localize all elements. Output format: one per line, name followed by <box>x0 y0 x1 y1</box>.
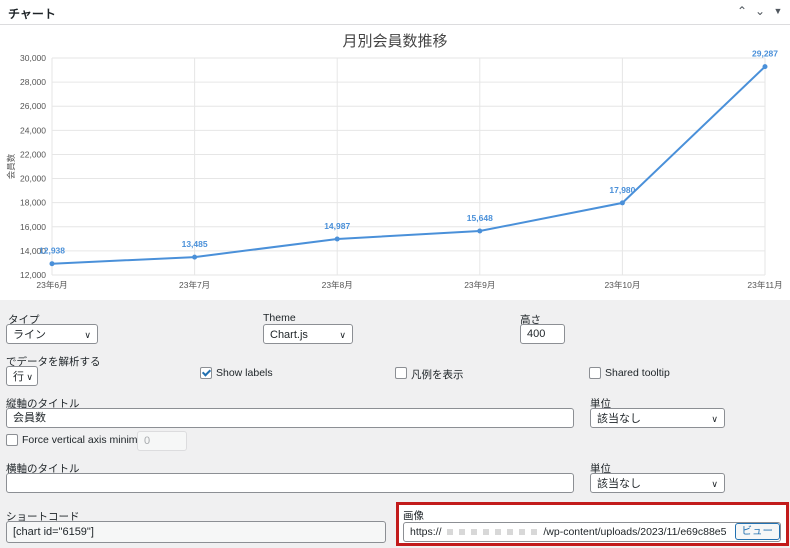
hunit-select[interactable]: 該当なし ∨ <box>590 473 725 493</box>
legend-checkbox[interactable] <box>395 367 407 379</box>
vaxis-title-input[interactable]: 会員数 <box>6 408 574 428</box>
image-label: 画像 <box>403 510 424 522</box>
data-point <box>334 236 340 242</box>
chevron-down-icon: ∨ <box>339 330 346 340</box>
data-point <box>619 200 625 206</box>
show-labels-checkbox[interactable] <box>200 367 212 379</box>
image-url-input[interactable]: https:// /wp-content/uploads/2023/11/e69… <box>403 522 781 542</box>
chevron-down-icon: ∨ <box>711 479 718 489</box>
data-label: 15,648 <box>467 213 493 223</box>
data-label: 13,485 <box>182 239 208 249</box>
y-tick-label: 18,000 <box>20 198 46 208</box>
image-url-highlight: 画像 https:// /wp-content/uploads/2023/11/… <box>396 502 789 546</box>
chart-title: 月別会員数推移 <box>342 33 447 50</box>
type-select-value: ライン <box>13 329 46 341</box>
force-min-label: Force vertical axis minimum: <box>22 434 156 446</box>
parse-select[interactable]: 行 ∨ <box>6 366 38 386</box>
data-label: 12,938 <box>39 246 65 256</box>
y-tick-label: 30,000 <box>20 53 46 63</box>
y-tick-label: 22,000 <box>20 149 46 159</box>
y-axis-title: 会員数 <box>6 153 16 179</box>
y-tick-label: 24,000 <box>20 125 46 135</box>
y-tick-label: 12,000 <box>20 270 46 280</box>
data-label: 14,987 <box>324 221 350 231</box>
y-tick-label: 26,000 <box>20 101 46 111</box>
y-tick-label: 16,000 <box>20 222 46 232</box>
caret-down-icon[interactable]: ▼ <box>770 3 786 19</box>
theme-select[interactable]: Chart.js ∨ <box>263 324 353 344</box>
force-min-input[interactable]: 0 <box>137 431 187 451</box>
data-label: 29,287 <box>752 49 778 59</box>
chevron-up-icon[interactable]: ⌃ <box>734 3 750 19</box>
vunit-select-value: 該当なし <box>597 413 641 425</box>
data-point <box>192 254 198 260</box>
panel-title: チャート <box>8 7 56 21</box>
hunit-select-value: 該当なし <box>597 478 641 490</box>
line-chart: 月別会員数推移 30,000 28,000 26,000 24,000 22,000 20,… <box>6 33 783 290</box>
chevron-down-icon: ∨ <box>711 414 718 424</box>
image-url-suffix: /wp-content/uploads/2023/11/e69c88e5 <box>543 526 727 538</box>
theme-select-value: Chart.js <box>270 329 308 341</box>
vunit-select[interactable]: 該当なし ∨ <box>590 408 725 428</box>
force-min-checkbox[interactable] <box>6 434 18 446</box>
view-button[interactable]: ビュー <box>734 523 780 540</box>
chevron-down-icon: ∨ <box>26 372 33 382</box>
x-tick-label: 23年9月 <box>464 280 495 290</box>
y-tick-label: 20,000 <box>20 174 46 184</box>
shortcode-field[interactable]: [chart id="6159"] <box>6 521 386 543</box>
type-select[interactable]: ライン ∨ <box>6 324 98 344</box>
chart-area: 月別会員数推移 30,000 28,000 26,000 24,000 22,000 20,… <box>0 25 790 300</box>
x-tick-label: 23年6月 <box>36 280 67 290</box>
x-tick-label: 23年8月 <box>322 280 353 290</box>
redacted-segment <box>444 526 540 538</box>
theme-label: Theme <box>263 312 296 324</box>
data-label: 17,980 <box>609 185 635 195</box>
parse-select-value: 行 <box>13 371 24 383</box>
legend-label: 凡例を表示 <box>411 369 464 381</box>
haxis-title-input[interactable] <box>6 473 574 493</box>
x-tick-label: 23年7月 <box>179 280 210 290</box>
series-line <box>51 65 766 265</box>
x-tick-label: 23年10月 <box>604 280 640 290</box>
shared-tooltip-label: Shared tooltip <box>605 367 670 379</box>
chevron-down-icon: ∨ <box>84 330 91 340</box>
shared-tooltip-checkbox[interactable] <box>589 367 601 379</box>
image-url-prefix: https:// <box>410 526 442 538</box>
data-point <box>49 261 55 267</box>
y-tick-label: 28,000 <box>20 77 46 87</box>
show-labels-label: Show labels <box>216 367 273 379</box>
chevron-down-icon[interactable]: ⌄ <box>752 3 768 19</box>
height-input[interactable]: 400 <box>520 324 565 344</box>
chart-settings-form: タイプ ライン ∨ Theme Chart.js ∨ 高さ 400 でデータを解… <box>0 300 790 548</box>
data-point <box>762 64 768 70</box>
chart-panel-header: チャート ⌃ ⌄ ▼ <box>0 0 790 25</box>
data-point <box>477 228 483 234</box>
x-tick-label: 23年11月 <box>747 280 782 290</box>
